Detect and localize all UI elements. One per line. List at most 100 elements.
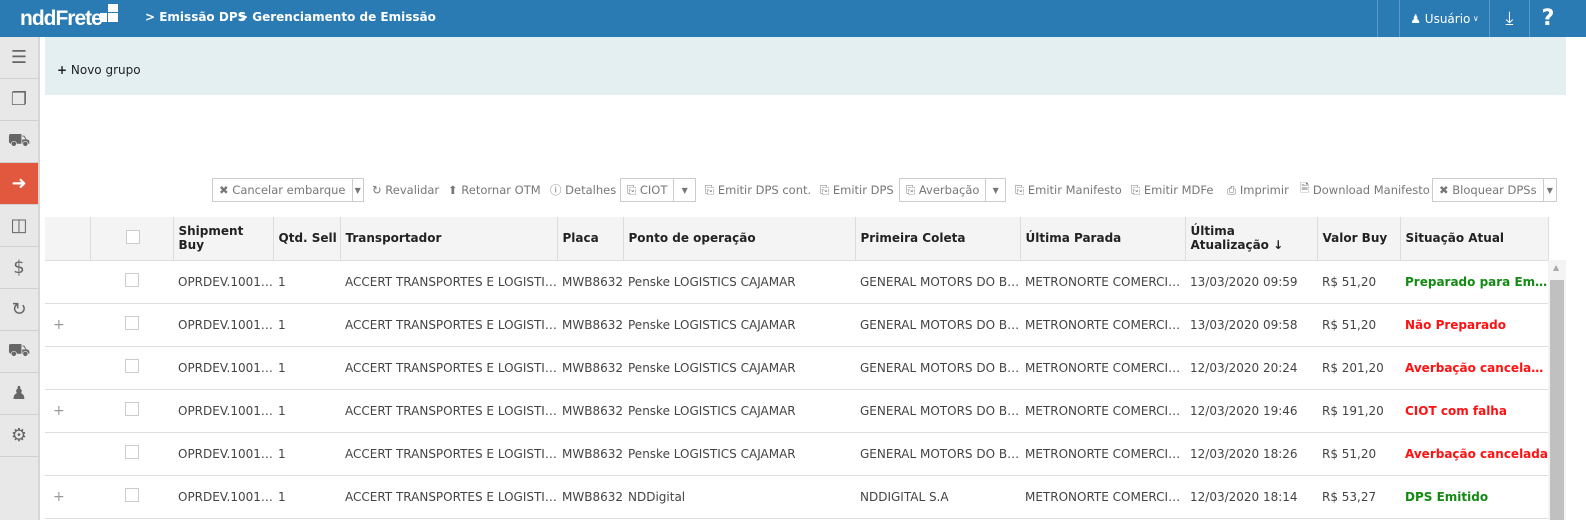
- users-icon[interactable]: ♟: [0, 373, 38, 415]
- logo-mark: [100, 4, 118, 22]
- row-checkbox[interactable]: [125, 488, 139, 502]
- exchange-icon[interactable]: ↻: [0, 289, 38, 331]
- col-qtd-sell[interactable]: Qtd. Sell: [273, 217, 341, 261]
- label: CIOT: [639, 182, 668, 197]
- ponto-operacao: NDDigital: [623, 475, 855, 519]
- transportador: ACCERT TRANSPORTES E LOGISTICA LTDA: [340, 475, 557, 519]
- menu-icon[interactable]: ☰: [0, 37, 38, 79]
- table-row[interactable]: OPRDEV.100142 1 ACCERT TRANSPORTES E LOGIS…: [45, 432, 1548, 476]
- ponto-operacao: Penske LOGISTICS CAJAMAR: [623, 432, 855, 476]
- qtd-sell: 1: [273, 389, 340, 433]
- col-situacao-atual[interactable]: Situação Atual: [1400, 217, 1549, 261]
- primeira-coleta: GENERAL MOTORS DO BRASIL: [855, 346, 1020, 390]
- col-primeira-coleta[interactable]: Primeira Coleta: [855, 217, 1021, 261]
- expand-toggle[interactable]: +: [45, 303, 90, 347]
- retornar-otm-button[interactable]: ⬆ Retornar OTM: [448, 178, 541, 202]
- valor-buy: R$ 51,20: [1317, 260, 1400, 304]
- settings-icon[interactable]: ⚙: [0, 415, 38, 457]
- row-checkbox[interactable]: [125, 359, 139, 373]
- select-all-header: [90, 217, 174, 261]
- row-checkbox: [90, 389, 173, 433]
- truck-icon[interactable]: ⛟: [0, 121, 38, 163]
- situacao-atual: CIOT com falha: [1400, 389, 1548, 433]
- situacao-atual: Não Preparado: [1400, 303, 1548, 347]
- emitir-manifesto-button[interactable]: ⎘ Emitir Manifesto: [1015, 178, 1122, 202]
- shipment-buy: OPRDEV.100142: [173, 432, 273, 476]
- row-checkbox[interactable]: [125, 445, 139, 459]
- table-row[interactable]: OPRDEV.100148 1 ACCERT TRANSPORTES E LOGIS…: [45, 346, 1548, 390]
- situacao-atual: Averbação cancelada (MD: [1400, 346, 1548, 390]
- table-scrollbar[interactable]: ▲: [1548, 260, 1566, 520]
- table-row[interactable]: + OPRDEV.100152 1 ACCERT TRANSPORTES E LOGI…: [45, 303, 1548, 347]
- situacao-atual: DPS Emitido: [1400, 475, 1548, 519]
- row-checkbox[interactable]: [125, 273, 139, 287]
- revalidar-button[interactable]: ↻ Revalidar: [372, 178, 439, 202]
- delivery-truck-icon[interactable]: ⛟: [0, 331, 38, 373]
- col-transportador[interactable]: Transportador: [340, 217, 558, 261]
- col-valor-buy[interactable]: Valor Buy: [1317, 217, 1401, 261]
- chevron-down-icon[interactable]: ▼: [1542, 179, 1556, 201]
- ciot-label[interactable]: ⎘ CIOT: [621, 183, 673, 198]
- col-ponto-operacao[interactable]: Ponto de operação: [623, 217, 856, 261]
- transportador: ACCERT TRANSPORTES E LOGISTICA LTDA: [340, 389, 557, 433]
- emitir-mdfe-button[interactable]: ⎘ Emitir MDFe: [1131, 178, 1213, 202]
- cancel-shipment-split-button[interactable]: ✖ Cancelar embarque ▼: [212, 178, 364, 202]
- chevron-down-icon[interactable]: ▼: [351, 179, 364, 201]
- transportador: ACCERT TRANSPORTES E LOGISTICA LTDA: [340, 432, 557, 476]
- scroll-up-icon[interactable]: ▲: [1553, 263, 1559, 272]
- ciot-split-button[interactable]: ⎘ CIOT ▼: [620, 178, 696, 202]
- bloquear-label[interactable]: ✖ Bloquear DPSs: [1433, 183, 1543, 197]
- averbacao-split-button[interactable]: ⎘ Averbação ▼: [899, 178, 1006, 202]
- label: Bloquear DPSs: [1452, 183, 1537, 197]
- placa: MWB8632: [557, 260, 623, 304]
- ultima-atualizacao: 12/03/2020 18:14: [1185, 475, 1317, 519]
- row-checkbox: [90, 303, 173, 347]
- primeira-coleta: GENERAL MOTORS DO BRASIL: [855, 303, 1020, 347]
- imprimir-button[interactable]: ⎙ Imprimir: [1227, 178, 1289, 202]
- shipment-buy: OPRDEV.100152: [173, 303, 273, 347]
- logo[interactable]: nddFrete: [20, 4, 118, 31]
- chevron-down-icon[interactable]: ▼: [985, 179, 1005, 201]
- ponto-operacao: Penske LOGISTICS CAJAMAR: [623, 346, 855, 390]
- ultima-atualizacao: 12/03/2020 18:26: [1185, 432, 1317, 476]
- payment-icon[interactable]: $: [0, 247, 38, 289]
- table-row[interactable]: OPRDEV.100154 1 ACCERT TRANSPORTES E LOGIS…: [45, 260, 1548, 304]
- download-icon[interactable]: ⤓: [1489, 0, 1529, 37]
- expand-toggle[interactable]: +: [45, 389, 90, 433]
- table-row[interactable]: + OPRDEV.100140 1 ACCERT TRANSPORTES E LOGI…: [45, 475, 1548, 519]
- row-checkbox[interactable]: [125, 402, 139, 416]
- emitir-dps-button[interactable]: ⎘ Emitir DPS: [820, 178, 894, 202]
- row-checkbox: [90, 260, 173, 304]
- label: Imprimir: [1239, 183, 1289, 197]
- primeira-coleta: GENERAL MOTORS DO BRASIL: [855, 389, 1020, 433]
- valor-buy: R$ 191,20: [1317, 389, 1400, 433]
- col-ultima-atualizacao[interactable]: Última Atualização ↓: [1185, 217, 1318, 261]
- scrollbar-thumb[interactable]: [1550, 280, 1564, 520]
- col-ultima-parada[interactable]: Última Parada: [1020, 217, 1186, 261]
- money-icon[interactable]: ◫: [0, 205, 38, 247]
- exit-icon[interactable]: ➜: [0, 163, 38, 205]
- ultima-atualizacao: 13/03/2020 09:58: [1185, 303, 1317, 347]
- select-all-checkbox[interactable]: [125, 229, 140, 244]
- user-menu[interactable]: ♟ Usuário ∨: [1399, 0, 1489, 37]
- averbacao-label[interactable]: ⎘ Averbação: [900, 183, 985, 198]
- new-group-button[interactable]: + Novo grupo: [57, 63, 141, 77]
- col-placa[interactable]: Placa: [557, 217, 624, 261]
- emitir-dps-cont-button[interactable]: ⎘ Emitir DPS cont.: [705, 178, 811, 202]
- download-manifesto-button[interactable]: 🗎 Download Manifesto: [1300, 178, 1430, 202]
- table-row[interactable]: + OPRDEV.100144 1 ACCERT TRANSPORTES E LOGI…: [45, 389, 1548, 433]
- expand-toggle[interactable]: +: [45, 475, 90, 519]
- placa: MWB8632: [557, 346, 623, 390]
- help-icon[interactable]: ?: [1529, 0, 1566, 37]
- row-checkbox[interactable]: [125, 316, 139, 330]
- placa: MWB8632: [557, 389, 623, 433]
- bloquear-dps-split-button[interactable]: ✖ Bloquear DPSs ▼: [1432, 178, 1557, 202]
- chevron-down-icon[interactable]: ▼: [673, 179, 695, 201]
- detalhes-button[interactable]: ⓘ Detalhes: [550, 178, 616, 202]
- cancel-label[interactable]: ✖ Cancelar embarque: [213, 183, 352, 197]
- label: Retornar OTM: [461, 183, 541, 197]
- breadcrumb-emissao-dps[interactable]: > Emissão DPS: [145, 10, 246, 24]
- documents-icon[interactable]: ❐: [0, 79, 38, 121]
- col-shipment-buy[interactable]: Shipment Buy: [173, 217, 274, 261]
- breadcrumb-label: Emissão DPS: [159, 10, 247, 24]
